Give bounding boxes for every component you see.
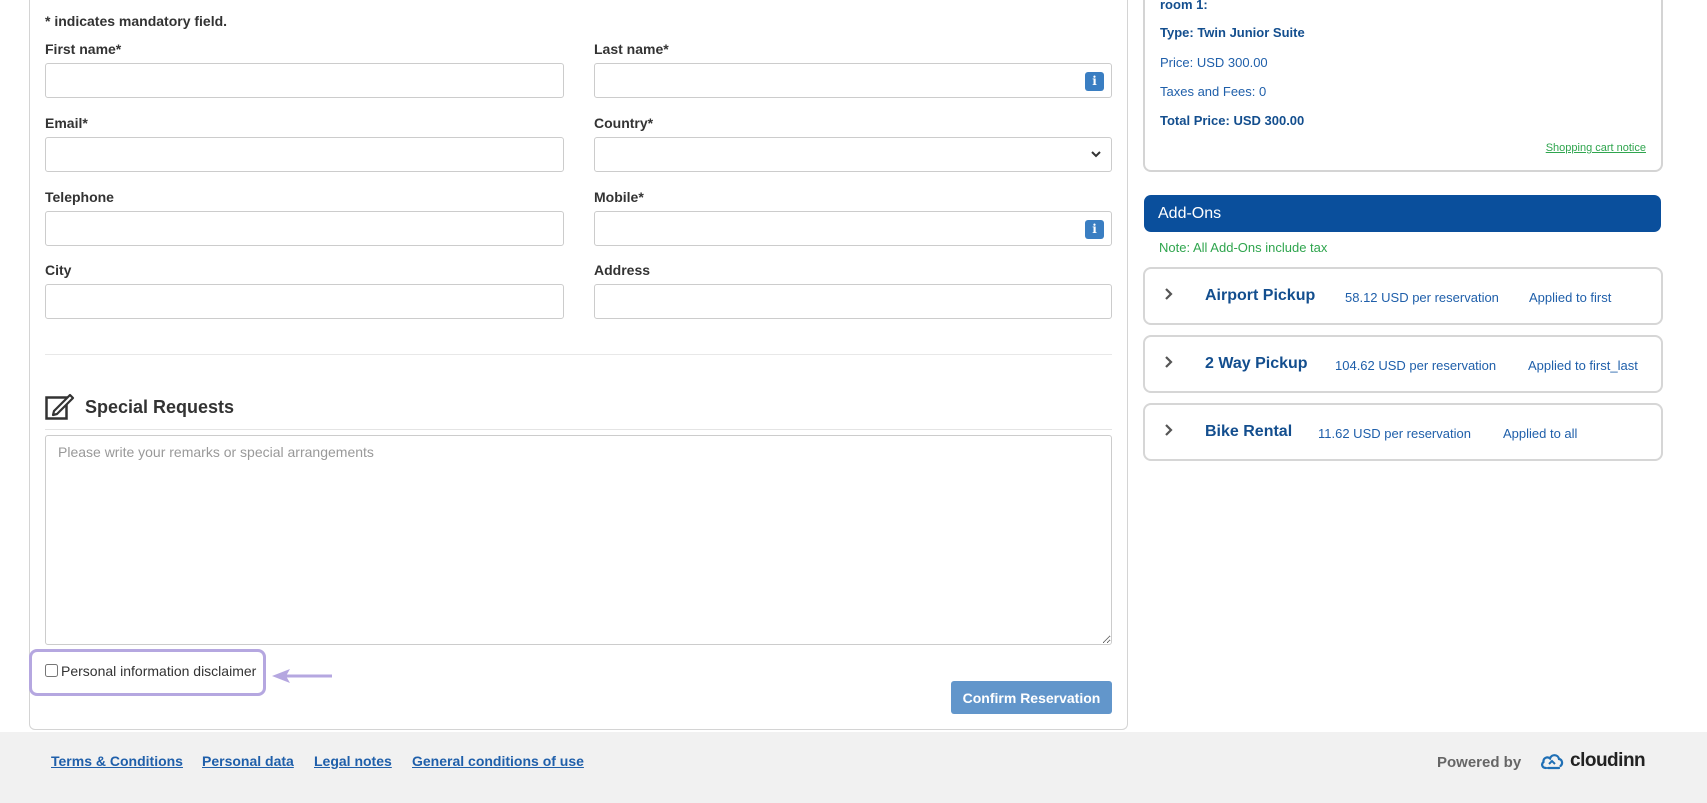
addon-name: Airport Pickup <box>1205 287 1316 304</box>
country-label: Country* <box>594 115 654 131</box>
special-requests-textarea[interactable] <box>45 435 1112 645</box>
email-label: Email* <box>45 115 88 131</box>
section-divider <box>45 354 1112 355</box>
email-input[interactable] <box>45 137 564 172</box>
footer-link-general-conditions[interactable]: General conditions of use <box>412 753 584 769</box>
summary-price: Price: USD 300.00 <box>1160 55 1268 70</box>
chevron-right-icon <box>1165 424 1173 436</box>
addon-2-way-pickup[interactable]: 2 Way Pickup 104.62 USD per reservation … <box>1143 335 1663 393</box>
chevron-down-icon <box>1091 151 1101 158</box>
mobile-label: Mobile* <box>594 189 644 205</box>
summary-taxes: Taxes and Fees: 0 <box>1160 84 1267 99</box>
last-name-label: Last name* <box>594 41 669 57</box>
telephone-label: Telephone <box>45 189 114 205</box>
chevron-right-icon <box>1165 356 1173 368</box>
disclaimer-checkbox[interactable] <box>45 664 58 677</box>
edit-icon <box>45 393 75 420</box>
addon-name: 2 Way Pickup <box>1205 355 1308 372</box>
addon-price: 11.62 USD per reservation <box>1318 426 1471 441</box>
confirm-reservation-button[interactable]: Confirm Reservation <box>951 681 1112 714</box>
addon-price: 104.62 USD per reservation <box>1335 358 1497 373</box>
addons-note: Note: All Add-Ons include tax <box>1159 240 1328 255</box>
address-label: Address <box>594 262 651 278</box>
arrow-left-icon <box>272 669 332 683</box>
summary-total: Total Price: USD 300.00 <box>1160 113 1305 128</box>
mobile-input[interactable]: i <box>594 211 1112 246</box>
info-icon[interactable]: i <box>1085 72 1104 91</box>
country-select[interactable] <box>594 137 1112 172</box>
brand-logo-text: cloudinn <box>1570 750 1646 771</box>
addon-airport-pickup[interactable]: Airport Pickup 58.12 USD per reservation… <box>1143 267 1663 325</box>
footer-link-legal-notes[interactable]: Legal notes <box>314 753 392 769</box>
city-input[interactable] <box>45 284 564 319</box>
addon-bike-rental[interactable]: Bike Rental 11.62 USD per reservation Ap… <box>1143 403 1663 461</box>
special-requests-title: Special Requests <box>85 397 235 417</box>
first-name-label: First name* <box>45 41 122 57</box>
addon-name: Bike Rental <box>1205 423 1293 440</box>
address-input[interactable] <box>594 284 1112 319</box>
city-label: City <box>45 262 72 278</box>
info-icon[interactable]: i <box>1085 220 1104 239</box>
powered-by-label: Powered by <box>1437 754 1522 771</box>
last-name-input[interactable]: i <box>594 63 1112 98</box>
telephone-input[interactable] <box>45 211 564 246</box>
addons-header: Add-Ons <box>1144 195 1661 232</box>
special-requests-divider <box>45 429 1112 430</box>
disclaimer-label[interactable]: Personal information disclaimer <box>61 663 256 679</box>
summary-room-type: Type: Twin Junior Suite <box>1160 25 1305 40</box>
cloud-icon <box>1541 754 1564 770</box>
summary-room: room 1: <box>1160 0 1208 12</box>
chevron-right-icon <box>1165 288 1173 300</box>
footer-link-personal-data[interactable]: Personal data <box>202 753 294 769</box>
shopping-cart-notice-link[interactable]: Shopping cart notice <box>1546 142 1646 154</box>
addon-applied: Applied to all <box>1503 426 1578 441</box>
first-name-input[interactable] <box>45 63 564 98</box>
addon-applied: Applied to first <box>1529 290 1612 305</box>
addon-applied: Applied to first_last <box>1528 358 1638 373</box>
footer-link-terms[interactable]: Terms & Conditions <box>51 753 183 769</box>
addon-price: 58.12 USD per reservation <box>1345 290 1499 305</box>
mandatory-note: * indicates mandatory field. <box>45 13 228 29</box>
